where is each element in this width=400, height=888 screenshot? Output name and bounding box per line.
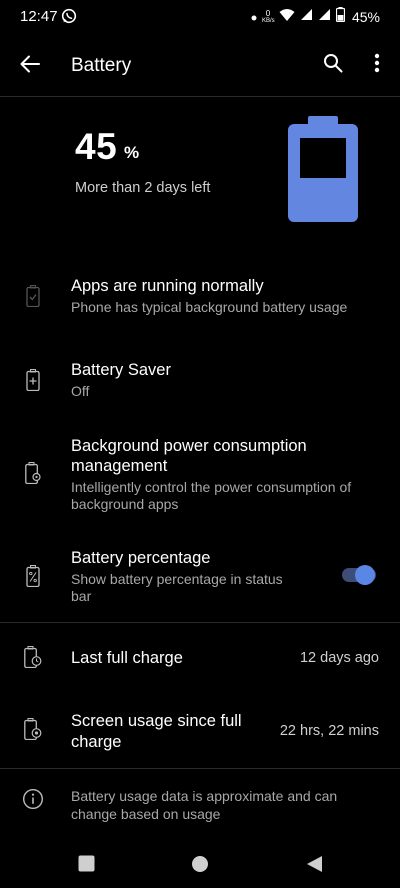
divider	[0, 768, 400, 769]
circle-icon	[191, 855, 209, 878]
info-line-2: change based on usage	[71, 806, 221, 822]
battery-screen-icon	[22, 716, 44, 742]
battery-status-icon	[335, 7, 346, 27]
net-speed-value: 0	[265, 9, 271, 18]
battery-time-left: More than 2 days left	[75, 180, 211, 196]
screen-usage-title-2: charge	[71, 733, 122, 751]
battery-level: 45	[75, 126, 118, 167]
battery-clock-icon	[22, 644, 44, 670]
battery-saver-icon	[22, 367, 44, 393]
last-full-charge-title: Last full charge	[71, 649, 183, 667]
signal-icon-1	[300, 8, 313, 26]
more-vert-icon	[374, 53, 380, 78]
background-power-title-2: management	[71, 457, 168, 475]
battery-level-unit: %	[124, 143, 140, 162]
arrow-back-icon	[20, 55, 40, 78]
whatsapp-icon	[61, 8, 77, 24]
battery-percent-icon	[22, 563, 44, 589]
screen-usage-value: 22 hrs, 22 mins	[279, 723, 379, 739]
background-power-subtitle-2: background apps	[71, 496, 179, 512]
battery-saver-subtitle: Off	[71, 383, 90, 399]
battery-check-icon	[22, 283, 44, 309]
search-icon	[323, 53, 343, 78]
divider	[0, 96, 400, 97]
net-speed: 0 KB/s	[261, 9, 275, 25]
battery-saver-title: Battery Saver	[71, 361, 171, 379]
battery-saver-row[interactable]	[0, 352, 400, 412]
battery-percentage-toggle[interactable]	[342, 565, 376, 585]
battery-level-icon	[288, 116, 358, 222]
search-button[interactable]	[318, 50, 348, 80]
recents-button[interactable]	[75, 855, 97, 877]
status-time: 12:47	[20, 8, 58, 25]
last-full-charge-value: 12 days ago	[299, 650, 379, 666]
dot-icon	[251, 8, 257, 26]
more-options-button[interactable]	[362, 50, 392, 80]
battery-percentage-subtitle-1: Show battery percentage in status	[71, 571, 283, 587]
background-power-title-1: Background power consumption	[71, 437, 307, 455]
battery-percentage-title: Battery percentage	[71, 549, 211, 567]
nav-back-button[interactable]	[303, 855, 325, 877]
screen-usage-title-1: Screen usage since full	[71, 712, 242, 730]
page-title: Battery	[71, 55, 132, 76]
net-speed-unit: KB/s	[261, 18, 275, 24]
battery-settings-icon	[22, 460, 44, 486]
divider	[0, 622, 400, 623]
toggle-thumb	[355, 565, 375, 585]
battery-percentage-subtitle-2: bar	[71, 588, 92, 604]
status-indicators: 0 KB/s 45%	[251, 7, 380, 27]
info-icon	[22, 786, 44, 812]
status-battery-percent: 45%	[351, 9, 380, 25]
square-icon	[78, 855, 95, 877]
home-button[interactable]	[189, 855, 211, 877]
wifi-icon	[279, 8, 295, 27]
apps-status-title: Apps are running normally	[71, 277, 264, 295]
apps-status-subtitle: Phone has typical background battery usa…	[71, 299, 348, 315]
info-text: Battery usage data is approximate and ca…	[71, 787, 371, 823]
signal-icon-2	[318, 8, 331, 26]
background-power-subtitle-1: Intelligently control the power consumpt…	[71, 479, 352, 495]
back-button[interactable]	[14, 50, 46, 82]
triangle-icon	[306, 855, 323, 878]
info-line-1: Battery usage data is approximate and ca…	[71, 788, 338, 804]
